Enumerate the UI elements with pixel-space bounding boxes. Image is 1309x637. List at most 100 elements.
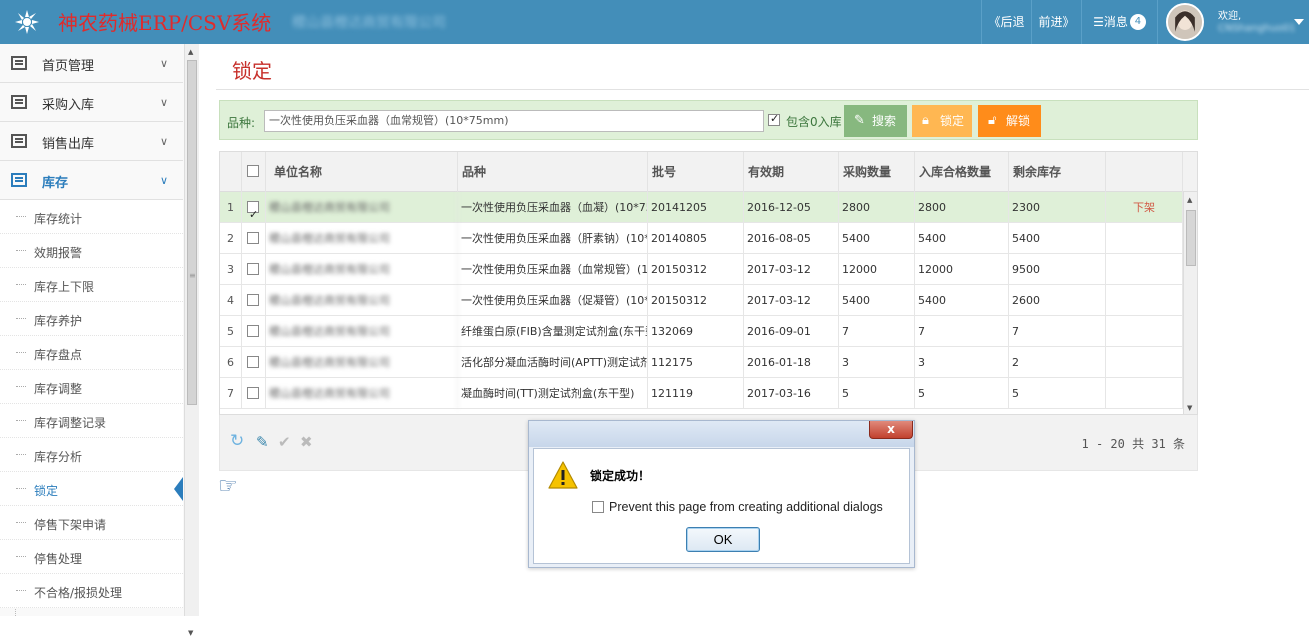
batch-cell: 121119	[648, 378, 744, 409]
row-checkbox[interactable]	[247, 387, 259, 399]
table-row[interactable]: 6 稷山县橙达商贸有限公司 活化部分凝血活酶时间(APTT)测定试剂盒 112175 2…	[220, 347, 1183, 378]
scroll-down-icon[interactable]: ▼	[188, 629, 193, 637]
list-icon	[11, 95, 27, 109]
delist-link[interactable]: 下架	[1106, 192, 1183, 223]
expiry-cell: 2016-12-05	[744, 192, 839, 223]
include-zero-checkbox[interactable]	[768, 112, 780, 126]
close-button[interactable]: x	[869, 421, 913, 439]
product-cell: 一次性使用负压采血器（血常规管）(10*75mm)	[458, 254, 648, 285]
scroll-up-icon[interactable]: ▲	[188, 48, 193, 56]
sidebar-section-label: 首页管理	[42, 59, 95, 74]
prevent-dialogs-checkbox[interactable]	[592, 501, 604, 513]
sidebar-item-halt-request[interactable]: 停售下架申请	[0, 506, 183, 540]
table-row[interactable]: 4 稷山县橙达商贸有限公司一次性使用负压采血器（促凝管）(10*75mm)2015…	[220, 285, 1183, 316]
column-header[interactable]: 品种	[458, 152, 648, 192]
sidebar-item-label: 库存调整	[34, 382, 83, 396]
delist-link[interactable]	[1106, 378, 1183, 409]
stock-cell: 5	[1009, 378, 1106, 409]
sidebar-item-label: 停售处理	[34, 552, 83, 566]
delist-link[interactable]	[1106, 347, 1183, 378]
sidebar-item-stock-limits[interactable]: 库存上下限	[0, 268, 183, 302]
search-button[interactable]: ✎ 搜索	[844, 105, 907, 137]
sidebar-scroll-thumb[interactable]	[187, 60, 197, 405]
prevent-dialogs-label[interactable]: Prevent this page from creating addition…	[609, 500, 883, 514]
lock-button-label: 锁定	[940, 114, 965, 128]
batch-cell: 20150312	[648, 285, 744, 316]
delist-link[interactable]	[1106, 254, 1183, 285]
chevron-down-icon: ∨	[160, 174, 169, 187]
table-row[interactable]: 7 稷山县橙达商贸有限公司 凝血酶时间(TT)测定试剂盒(东干型) 121119 201…	[220, 378, 1183, 409]
product-cell: 活化部分凝血活酶时间(APTT)测定试剂盒	[458, 347, 648, 378]
sidebar-section-sales[interactable]: 销售出库 ∨	[0, 122, 183, 161]
column-header[interactable]: 有效期	[744, 152, 839, 192]
forward-button[interactable]: 前进》	[1031, 0, 1081, 44]
messages-button[interactable]: ☰消息 4	[1081, 0, 1157, 44]
table-row[interactable]: 5 稷山县橙达商贸有限公司 纤维蛋白原(FIB)含量测定试剂盒(东干型) 132069…	[220, 316, 1183, 347]
purchase-qty-cell: 5400	[839, 223, 915, 254]
grid-scroll-thumb[interactable]	[1186, 210, 1196, 266]
sidebar-item-lock[interactable]: 锁定	[0, 472, 183, 506]
dialog-titlebar: x	[529, 421, 914, 447]
scroll-down-icon[interactable]: ▼	[1187, 404, 1192, 412]
qualified-qty-cell: 5400	[915, 285, 1009, 316]
sidebar-item-expiry-alert[interactable]: 效期报警	[0, 234, 183, 268]
sidebar-section-home[interactable]: 首页管理 ∨	[0, 44, 183, 83]
list-icon	[11, 56, 27, 70]
sidebar-item-nonconforming[interactable]: 不合格/报损处理	[0, 574, 183, 608]
refresh-icon[interactable]: ↻	[230, 431, 244, 451]
row-checkbox-cell	[242, 192, 266, 223]
sidebar-item-halt-process[interactable]: 停售处理	[0, 540, 183, 574]
product-cell: 一次性使用负压采血器（肝素钠）(10*75mm)	[458, 223, 648, 254]
row-checkbox[interactable]	[247, 356, 259, 368]
back-button[interactable]: 《后退	[981, 0, 1031, 44]
delist-link[interactable]	[1106, 223, 1183, 254]
unit-name-cell: 稷山县橙达商贸有限公司	[266, 316, 458, 347]
logo-icon	[15, 10, 39, 34]
sidebar-section-inventory[interactable]: 库存 ∨	[0, 161, 183, 200]
active-indicator-icon	[174, 477, 183, 501]
caret-down-icon[interactable]	[1294, 19, 1304, 25]
variety-input[interactable]: 一次性使用负压采血器（血常规管）(10*75mm)	[264, 110, 764, 132]
unlock-icon: 🔓︎	[988, 113, 997, 128]
delist-link[interactable]	[1106, 316, 1183, 347]
row-checkbox[interactable]	[247, 325, 259, 337]
column-header[interactable]: 采购数量	[839, 152, 915, 192]
list-icon: ☰	[1093, 15, 1104, 29]
column-header[interactable]: 剩余库存	[1009, 152, 1106, 192]
sidebar-item-maintenance[interactable]: 库存养护	[0, 302, 183, 336]
column-header[interactable]: 入库合格数量	[915, 152, 1009, 192]
unit-name-cell: 稷山县橙达商贸有限公司	[266, 285, 458, 316]
ok-button[interactable]: OK	[686, 527, 760, 552]
column-header[interactable]: 单位名称	[266, 152, 458, 192]
row-checkbox[interactable]	[247, 199, 259, 223]
delete-icon[interactable]: ✖	[300, 433, 313, 451]
table-row[interactable]: 1 稷山县橙达商贸有限公司一次性使用负压采血器（血凝）(10*75mm)20141…	[220, 192, 1183, 223]
table-row[interactable]: 2 稷山县橙达商贸有限公司一次性使用负压采血器（肝素钠）(10*75mm)2014…	[220, 223, 1183, 254]
batch-cell: 20150312	[648, 254, 744, 285]
sidebar-item-stock-stats[interactable]: 库存统计	[0, 200, 183, 234]
grid-scrollbar[interactable]: ▲ ▼	[1183, 192, 1197, 414]
row-checkbox[interactable]	[247, 232, 259, 244]
row-checkbox[interactable]	[247, 294, 259, 306]
sidebar-section-purchase[interactable]: 采购入库 ∨	[0, 83, 183, 122]
variety-label: 品种:	[227, 116, 256, 130]
table-row[interactable]: 3稷山县橙达商贸有限公司一次性使用负压采血器（血常规管）(10*75mm)201…	[220, 254, 1183, 285]
sidebar-item-analysis[interactable]: 库存分析	[0, 438, 183, 472]
lock-button[interactable]: 🔒︎ 锁定	[912, 105, 972, 137]
stock-cell: 9500	[1009, 254, 1106, 285]
sidebar-item-adjust-log[interactable]: 库存调整记录	[0, 404, 183, 438]
scroll-up-icon[interactable]: ▲	[1187, 196, 1192, 204]
delist-link[interactable]	[1106, 285, 1183, 316]
sidebar-item-stocktake[interactable]: 库存盘点	[0, 336, 183, 370]
unlock-button[interactable]: 🔓︎ 解锁	[978, 105, 1041, 137]
column-header[interactable]: 批号	[648, 152, 744, 192]
check-icon[interactable]: ✔	[278, 433, 291, 451]
qualified-qty-cell: 7	[915, 316, 1009, 347]
sidebar-item-adjust[interactable]: 库存调整	[0, 370, 183, 404]
select-all-cell	[242, 152, 266, 192]
user-menu[interactable]: 欢迎, CNShanghuo01	[1157, 0, 1309, 44]
row-checkbox[interactable]	[247, 263, 259, 275]
unit-name-cell: 稷山县橙达商贸有限公司	[266, 223, 458, 254]
select-all-checkbox[interactable]	[247, 165, 259, 177]
edit-icon[interactable]: ✎	[256, 433, 269, 451]
